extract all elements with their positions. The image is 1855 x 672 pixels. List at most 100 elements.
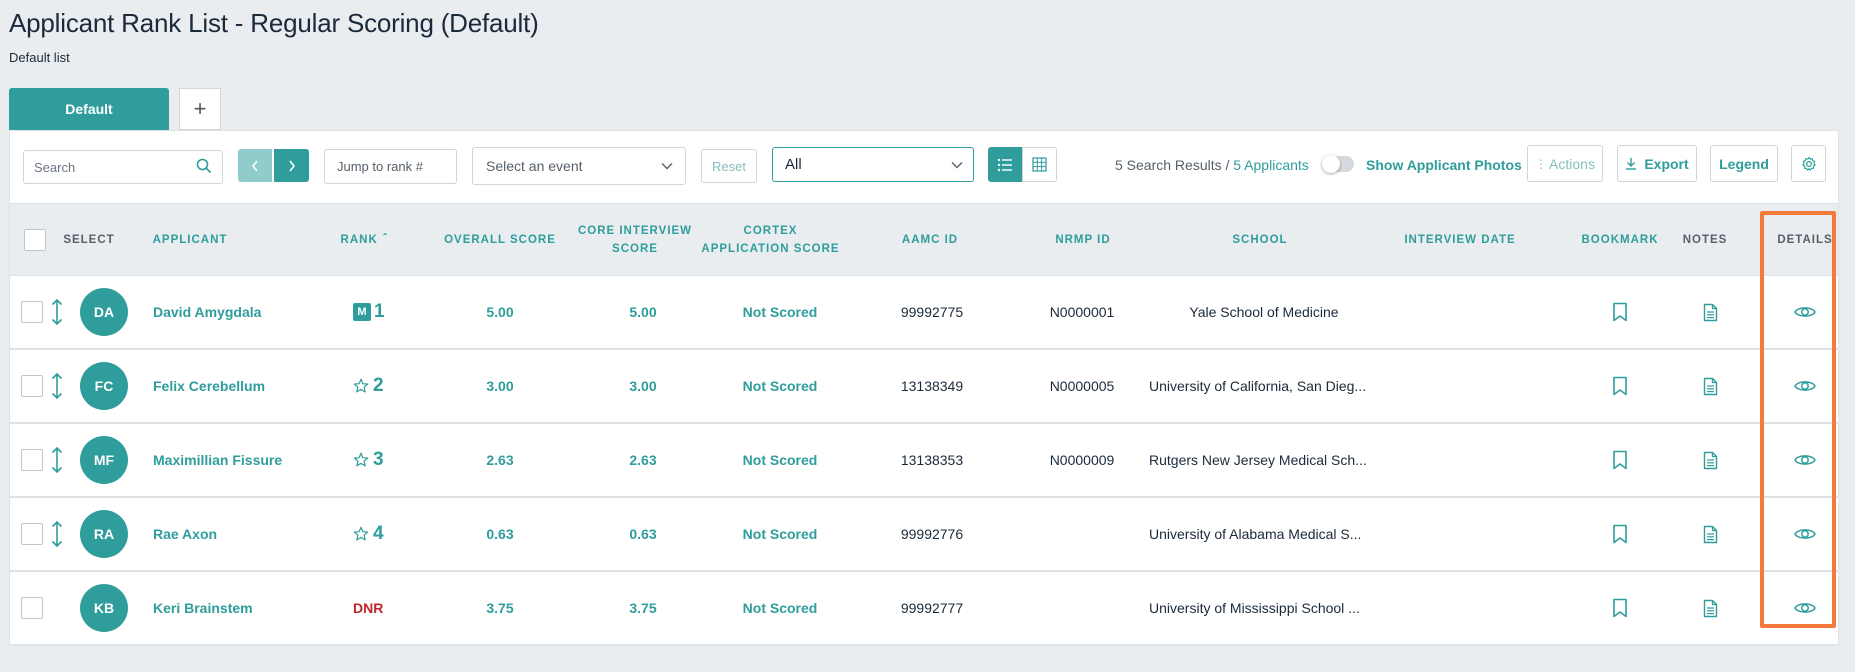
eye-icon[interactable] [1785,498,1825,570]
drag-handle-icon[interactable] [51,424,65,496]
applicant-name-link[interactable]: Felix Cerebellum [153,350,323,422]
chevron-down-icon [951,161,963,168]
drag-handle-icon[interactable] [51,350,65,422]
notes-icon[interactable] [1690,572,1730,644]
eye-icon[interactable] [1785,350,1825,422]
rank-value: 4 [373,523,384,544]
rank-value: 3 [373,449,384,470]
bookmark-icon[interactable] [1600,424,1640,496]
eye-icon[interactable] [1785,276,1825,348]
show-photos-label[interactable]: Show Applicant Photos [1366,157,1522,173]
star-icon[interactable] [353,378,369,394]
table-row[interactable]: DA David Amygdala M 1 5.00 5.00 Not Scored 9999… [10,276,1838,350]
column-cortex-application-score[interactable]: CORTEX APPLICATION SCORE [698,204,843,276]
bookmark-icon[interactable] [1600,498,1640,570]
bookmark-icon[interactable] [1600,350,1640,422]
row-checkbox[interactable] [21,350,45,422]
applicant-name-link[interactable]: David Amygdala [153,276,323,348]
column-aamc-id[interactable]: AAMC ID [870,204,990,276]
row-checkbox[interactable] [21,498,45,570]
eye-icon[interactable] [1785,424,1825,496]
column-rank[interactable]: RANK ⌃ [330,204,400,276]
star-icon[interactable] [353,526,369,542]
event-select-value: Select an event [486,158,583,174]
export-button[interactable]: Export [1617,145,1697,182]
page-title: Applicant Rank List - Regular Scoring (D… [9,8,539,38]
results-count: 5 Search Results [1115,157,1222,173]
avatar-initials: DA [80,288,128,336]
results-separator: / [1221,157,1234,173]
add-tab-button[interactable]: + [179,88,221,130]
applicants-count[interactable]: 5 Applicants [1233,157,1309,173]
column-notes: NOTES [1682,234,1728,246]
table-row[interactable]: RA Rae Axon 4 0.63 0.63 Not Scored 99992776 Uni… [10,498,1838,572]
table-row[interactable]: FC Felix Cerebellum 2 3.00 3.00 Not Scored 131… [10,350,1838,424]
legend-button[interactable]: Legend [1710,145,1778,182]
core-interview-score: 3.00 [629,378,657,394]
notes-icon[interactable] [1690,424,1730,496]
core-interview-score: 3.75 [629,600,657,616]
applicant-name-link[interactable]: Rae Axon [153,498,323,570]
grid-view-button[interactable] [1022,147,1057,182]
tab-default[interactable]: Default [9,88,169,130]
cortex-application-score: Not Scored [742,304,818,320]
interview-date [1370,276,1550,348]
jump-to-rank-input[interactable]: Jump to rank # [324,149,457,184]
grid-icon [1032,157,1047,172]
previous-button[interactable] [238,149,272,182]
rank-value: DNR [353,600,384,616]
select-all-checkbox[interactable] [22,204,48,276]
column-details: DETAILS [1777,234,1833,246]
overall-score: 3.00 [486,378,514,394]
column-overall-score[interactable]: OVERALL SCORE [435,204,565,276]
nrmp-id: N0000001 [1049,304,1115,320]
interview-date [1370,498,1550,570]
column-interview-date[interactable]: INTERVIEW DATE [1370,204,1550,276]
applicant-name-link[interactable]: Keri Brainstem [153,572,323,644]
school-name: University of California, San Dieg... [1149,378,1367,394]
search-input[interactable]: Search [23,150,223,184]
page-subtitle: Default list [9,50,70,65]
column-applicant[interactable]: APPLICANT [120,204,260,276]
event-select[interactable]: Select an event [472,147,686,185]
core-interview-score: 0.63 [629,526,657,542]
column-bookmark[interactable]: BOOKMARK [1570,204,1670,276]
rank-cell: DNR [353,572,433,644]
table-row[interactable]: MF Maximillian Fissure 3 2.63 2.63 Not Scored… [10,424,1838,498]
notes-icon[interactable] [1690,276,1730,348]
list-view-button[interactable] [988,147,1022,182]
gear-icon [1801,156,1816,171]
sort-icon: ⌃ [381,232,390,241]
row-checkbox[interactable] [21,572,45,644]
star-icon[interactable] [353,452,369,468]
show-photos-toggle[interactable] [1322,155,1354,173]
row-checkbox[interactable] [21,276,45,348]
reset-button[interactable]: Reset [701,149,757,183]
column-nrmp-id[interactable]: NRMP ID [1023,204,1143,276]
cortex-application-score: Not Scored [742,452,818,468]
notes-icon[interactable] [1690,498,1730,570]
school-name: University of Alabama Medical S... [1149,526,1362,542]
drag-handle-icon[interactable] [51,498,65,570]
eye-icon[interactable] [1785,572,1825,644]
bookmark-icon[interactable] [1600,276,1640,348]
table-row[interactable]: KB Keri Brainstem DNR 3.75 3.75 Not Scored 999… [10,572,1838,646]
avatar: MF [80,424,128,496]
settings-button[interactable] [1791,145,1826,182]
applicant-name-link[interactable]: Maximillian Fissure [153,424,323,496]
overall-score: 0.63 [486,526,514,542]
row-checkbox[interactable] [21,424,45,496]
filter-select[interactable]: All [772,147,974,182]
interview-date [1370,572,1550,644]
rank-cell: 3 [353,424,433,496]
column-core-interview-score[interactable]: CORE INTERVIEW SCORE [570,204,700,276]
search-icon[interactable] [196,158,212,177]
next-button[interactable] [274,149,309,182]
overall-score: 2.63 [486,452,514,468]
actions-button[interactable]: ⋮ Actions [1527,145,1603,182]
drag-handle-icon[interactable] [51,276,65,348]
nrmp-id: N0000009 [1049,452,1115,468]
notes-icon[interactable] [1690,350,1730,422]
column-school[interactable]: SCHOOL [1160,204,1360,276]
bookmark-icon[interactable] [1600,572,1640,644]
